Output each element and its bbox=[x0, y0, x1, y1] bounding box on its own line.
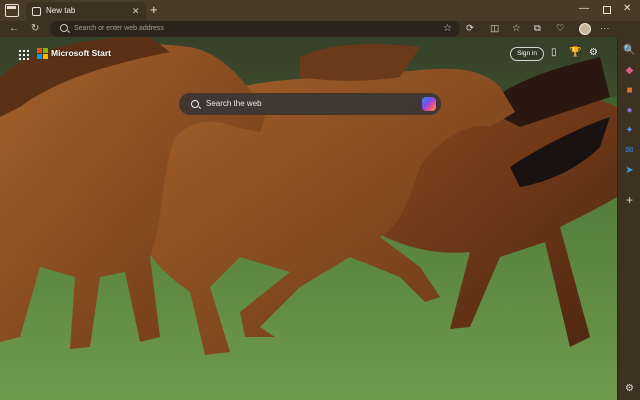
microsoft-logo-icon bbox=[37, 48, 48, 59]
sidebar-person-icon[interactable]: ● bbox=[623, 104, 636, 117]
background-horses-photo bbox=[0, 37, 617, 400]
tab-bar: New tab ✕ + — ✕ bbox=[0, 0, 640, 21]
page-settings-icon[interactable]: ⚙ bbox=[589, 46, 598, 60]
refresh-page-icon[interactable]: ⟳ bbox=[466, 22, 474, 35]
edge-sidebar: 🔍 ◆ ■ ● ✦ ✉ ➤ + ⚙ bbox=[617, 37, 640, 400]
address-search-icon bbox=[60, 24, 68, 32]
microsoft-start-header: Microsoft Start Sign in ▯ 🏆 ⚙ bbox=[0, 37, 617, 71]
new-tab-favicon-icon bbox=[32, 7, 41, 16]
profile-avatar[interactable] bbox=[579, 23, 591, 35]
navigation-bar: ← ↻ Search or enter web address ☆ ⟳ ◫ ☆ … bbox=[0, 21, 640, 37]
new-tab-page: Microsoft Start Sign in ▯ 🏆 ⚙ Search the… bbox=[0, 37, 617, 400]
apps-grid-icon[interactable] bbox=[18, 49, 29, 60]
add-favorite-icon[interactable]: ☆ bbox=[443, 22, 452, 35]
sign-in-button[interactable]: Sign in bbox=[510, 47, 544, 61]
sidebar-add-icon[interactable]: + bbox=[623, 194, 636, 207]
favorites-icon[interactable]: ☆ bbox=[512, 22, 521, 35]
new-tab-button[interactable]: + bbox=[150, 2, 158, 18]
back-icon[interactable]: ← bbox=[9, 22, 19, 35]
tab-new-tab[interactable]: New tab ✕ bbox=[26, 2, 146, 21]
more-options-icon[interactable]: ··· bbox=[600, 22, 610, 35]
address-bar[interactable]: Search or enter web address ☆ bbox=[50, 21, 460, 37]
web-search-box[interactable]: Search the web bbox=[179, 93, 441, 115]
close-window-icon[interactable]: ✕ bbox=[623, 3, 631, 14]
sidebar-tag-icon[interactable]: ◆ bbox=[623, 64, 636, 77]
sidebar-send-icon[interactable]: ➤ bbox=[623, 164, 636, 177]
collections-icon[interactable]: ⧉ bbox=[534, 22, 541, 35]
browser-essentials-icon[interactable]: ♡ bbox=[556, 22, 565, 35]
maximize-icon[interactable] bbox=[603, 6, 611, 14]
refresh-icon[interactable]: ↻ bbox=[31, 22, 39, 35]
rewards-icon[interactable]: 🏆 bbox=[569, 46, 581, 60]
microsoft-start-brand[interactable]: Microsoft Start bbox=[51, 48, 111, 59]
tab-title: New tab bbox=[46, 6, 76, 15]
tab-close-icon[interactable]: ✕ bbox=[132, 5, 140, 17]
sidebar-outlook-icon[interactable]: ✉ bbox=[623, 144, 636, 157]
tab-actions-icon[interactable] bbox=[5, 4, 19, 17]
sidebar-settings-icon[interactable]: ⚙ bbox=[623, 382, 636, 395]
browser-window: New tab ✕ + — ✕ ← ↻ Search or enter web … bbox=[0, 0, 640, 400]
search-icon bbox=[191, 100, 199, 108]
mobile-icon[interactable]: ▯ bbox=[551, 46, 557, 60]
search-placeholder: Search the web bbox=[206, 99, 262, 108]
split-screen-icon[interactable]: ◫ bbox=[490, 22, 499, 35]
sidebar-copilot-icon[interactable]: ✦ bbox=[623, 124, 636, 137]
minimize-icon[interactable]: — bbox=[579, 3, 589, 14]
address-placeholder: Search or enter web address bbox=[74, 25, 164, 32]
copilot-icon[interactable] bbox=[422, 97, 436, 111]
sidebar-briefcase-icon[interactable]: ■ bbox=[623, 84, 636, 97]
sidebar-search-icon[interactable]: 🔍 bbox=[623, 44, 636, 57]
